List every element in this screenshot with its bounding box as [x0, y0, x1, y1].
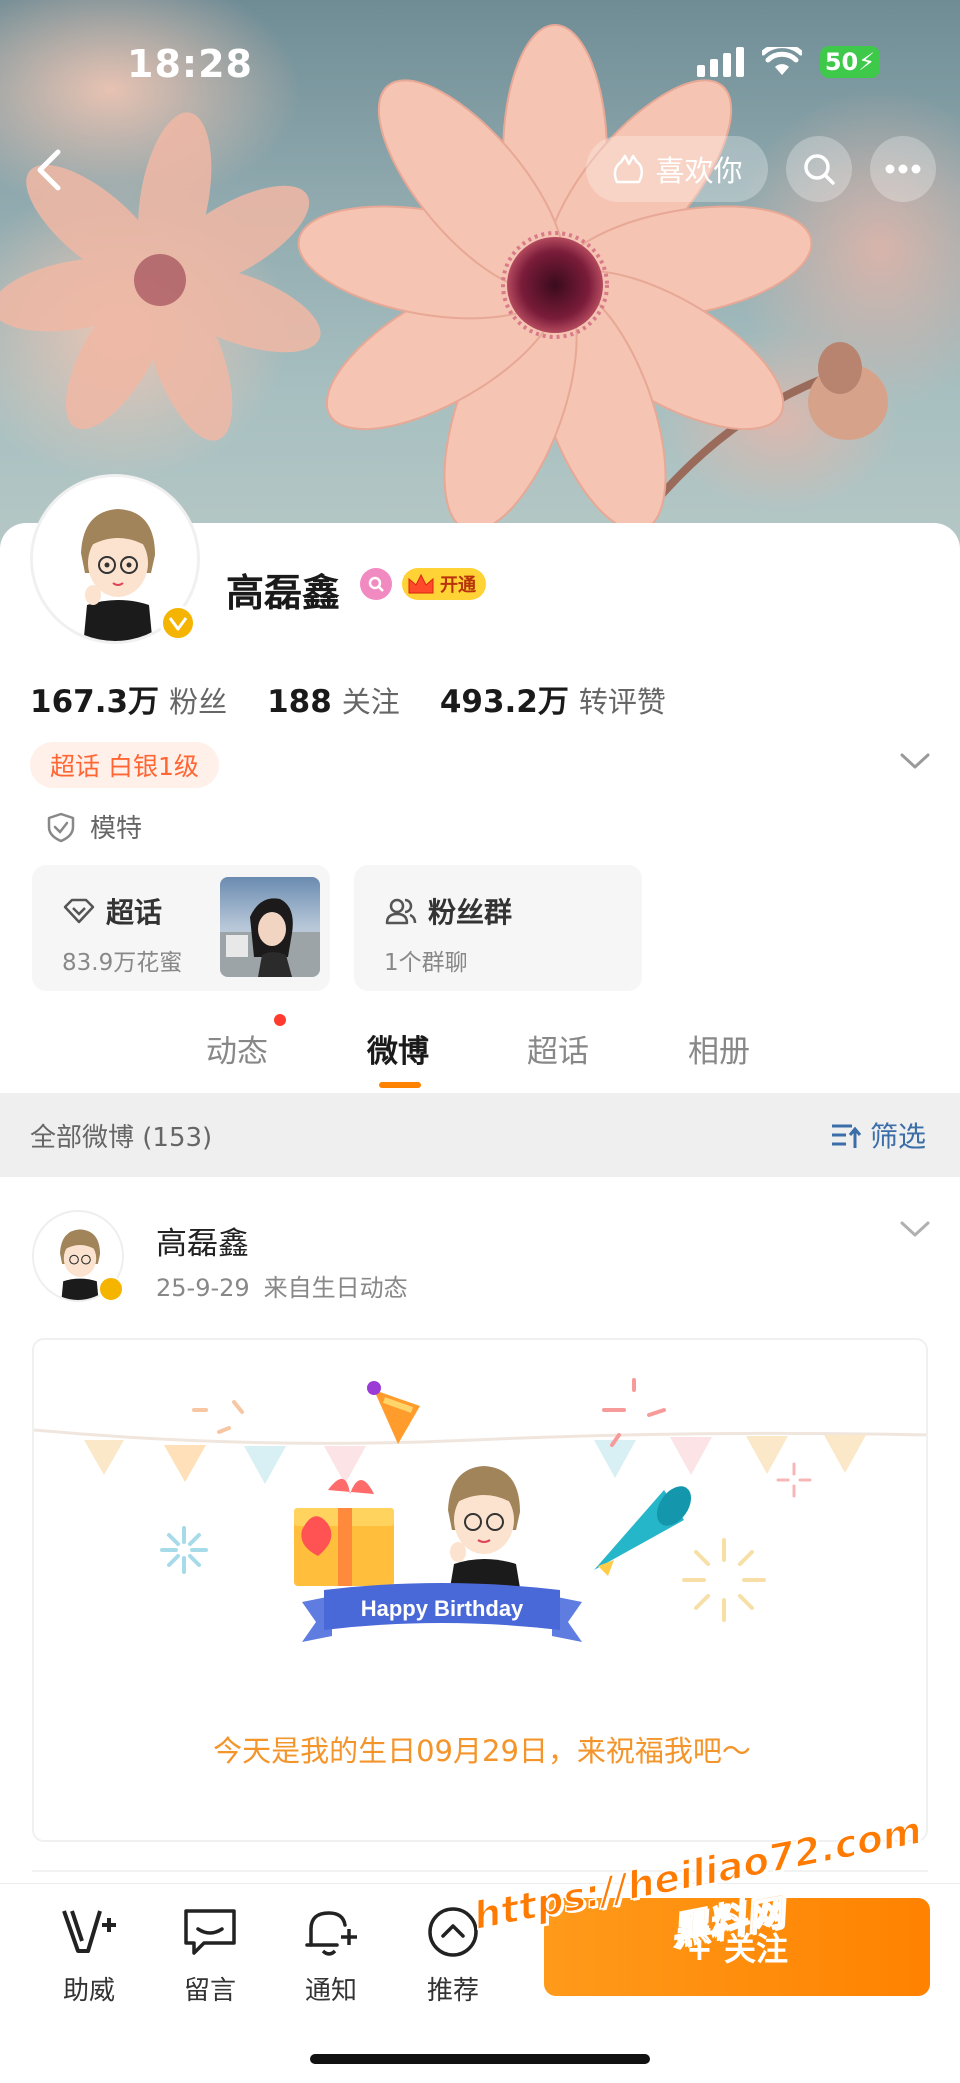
tab-weibo[interactable]: 微博 [367, 1026, 429, 1071]
interactions-count: 493.2万 [439, 684, 569, 720]
follow-button[interactable]: + 关注 [544, 1898, 930, 1996]
filter-bar: 全部微博 (153) 筛选 [0, 1093, 960, 1177]
back-button[interactable] [20, 140, 80, 200]
search-icon [804, 154, 835, 185]
chevron-down-icon[interactable] [898, 750, 932, 772]
following-label[interactable]: 关注 [342, 679, 400, 721]
fan-group-card-label: 粉丝群 [428, 896, 513, 929]
profile-name: 高磊鑫 [226, 571, 341, 615]
birthday-card[interactable]: Happy Birthday 今天是我的生日09月29日，来祝福我吧～ [32, 1338, 928, 1842]
bell-plus-icon [305, 1911, 357, 1956]
more-dots-icon [885, 164, 921, 174]
supertopic-card[interactable]: 超话 83.9万花蜜 [32, 865, 330, 991]
occupation-label: 模特 [90, 814, 143, 844]
tab-album[interactable]: 相册 [688, 1026, 750, 1071]
supertopic-card-title: 超话 [62, 891, 162, 931]
profile-stats: 167.3万 粉丝 188 关注 493.2万 转评赞 [30, 676, 706, 721]
occupation-row: 模特 [46, 808, 142, 845]
all-posts-count[interactable]: 全部微博 (153) [30, 1117, 212, 1154]
post-meta: 25-9-29 来自生日动态 [156, 1268, 408, 1303]
post-source: 来自生日动态 [263, 1274, 408, 1302]
supertopic-level-tag[interactable]: 超话 白银1级 [30, 742, 219, 788]
more-button[interactable] [870, 136, 936, 202]
message-button[interactable]: 留言 [165, 1902, 255, 2007]
notification-dot [274, 1014, 286, 1026]
signal-icon [697, 47, 744, 77]
battery-icon: 50 ⚡ [820, 46, 880, 78]
wifi-icon [762, 47, 802, 75]
party-horn-icon [594, 1486, 692, 1576]
chevron-up-circle-icon [428, 1907, 478, 1957]
verified-badge-icon [160, 605, 196, 641]
post-menu-chevron-icon[interactable] [898, 1218, 932, 1240]
vip-open-badge[interactable]: 开通 [402, 568, 486, 600]
vip-open-label: 开通 [440, 575, 476, 596]
fan-group-card[interactable]: 粉丝群 1个群聊 [354, 865, 642, 991]
like-you-label: 喜欢你 [655, 154, 743, 188]
recommend-label: 推荐 [426, 1976, 479, 2006]
interactions-label: 转评赞 [578, 685, 666, 719]
like-you-button[interactable]: 喜欢你 [586, 136, 768, 202]
status-icons: 50 ⚡ [697, 46, 880, 78]
post-verified-icon [98, 1276, 124, 1302]
happy-birthday-ribbon: Happy Birthday [302, 1583, 582, 1642]
tab-activity[interactable]: 动态 [206, 1026, 268, 1071]
status-bar: 18:28 50 ⚡ [0, 0, 960, 120]
post-author[interactable]: 高磊鑫 [156, 1218, 249, 1263]
active-tab-indicator [379, 1082, 421, 1088]
notify-button[interactable]: 通知 [286, 1902, 376, 2007]
message-icon [184, 1909, 236, 1955]
birthday-character-illustration [448, 1466, 522, 1600]
heart-hands-icon [614, 154, 644, 184]
filter-label: 筛选 [869, 1120, 926, 1153]
filter-sort-icon [831, 1124, 862, 1148]
gift-box-icon [294, 1478, 394, 1586]
supertopic-thumbnail [220, 877, 320, 977]
birthday-message: 今天是我的生日09月29日，来祝福我吧～ [213, 1734, 751, 1768]
cheer-label: 助威 [62, 1976, 115, 2006]
bottom-action-bar: 助威 留言 通知 推荐 + 关注 [0, 1883, 960, 2083]
party-hat-icon [367, 1381, 420, 1444]
diamond-icon [63, 898, 95, 924]
search-button[interactable] [786, 136, 852, 202]
fan-group-card-title: 粉丝群 [384, 891, 512, 931]
supertopic-search-icon[interactable] [360, 568, 392, 600]
divider [32, 1870, 928, 1872]
cheer-button[interactable]: 助威 [44, 1902, 134, 2007]
followers-count[interactable]: 167.3万 [30, 676, 159, 721]
birthday-illustration: Happy Birthday [34, 1378, 926, 1642]
notify-label: 通知 [304, 1976, 357, 2006]
supertopic-card-subtitle: 83.9万花蜜 [62, 950, 183, 976]
followers-label[interactable]: 粉丝 [169, 679, 227, 721]
shield-icon [47, 812, 75, 842]
message-label: 留言 [183, 1976, 236, 2006]
battery-level: 50 [824, 48, 859, 76]
post-date: 25-9-29 [156, 1274, 250, 1302]
chevron-left-icon [37, 149, 61, 191]
profile-tabs: 动态 微博 超话 相册 [0, 1020, 960, 1090]
following-count[interactable]: 188 [267, 684, 332, 720]
status-time: 18:28 [127, 42, 253, 86]
filter-button[interactable]: 筛选 [830, 1115, 926, 1155]
home-indicator [310, 2054, 650, 2064]
recommend-button[interactable]: 推荐 [408, 1902, 498, 2007]
tab-supertopic[interactable]: 超话 [527, 1026, 589, 1071]
crown-icon [408, 573, 434, 594]
ribbon-text: Happy Birthday [361, 1596, 524, 1621]
fan-group-card-subtitle: 1个群聊 [384, 950, 468, 976]
supertopic-card-label: 超话 [106, 896, 163, 929]
cheer-icon [62, 1910, 116, 1953]
group-icon [385, 898, 417, 925]
